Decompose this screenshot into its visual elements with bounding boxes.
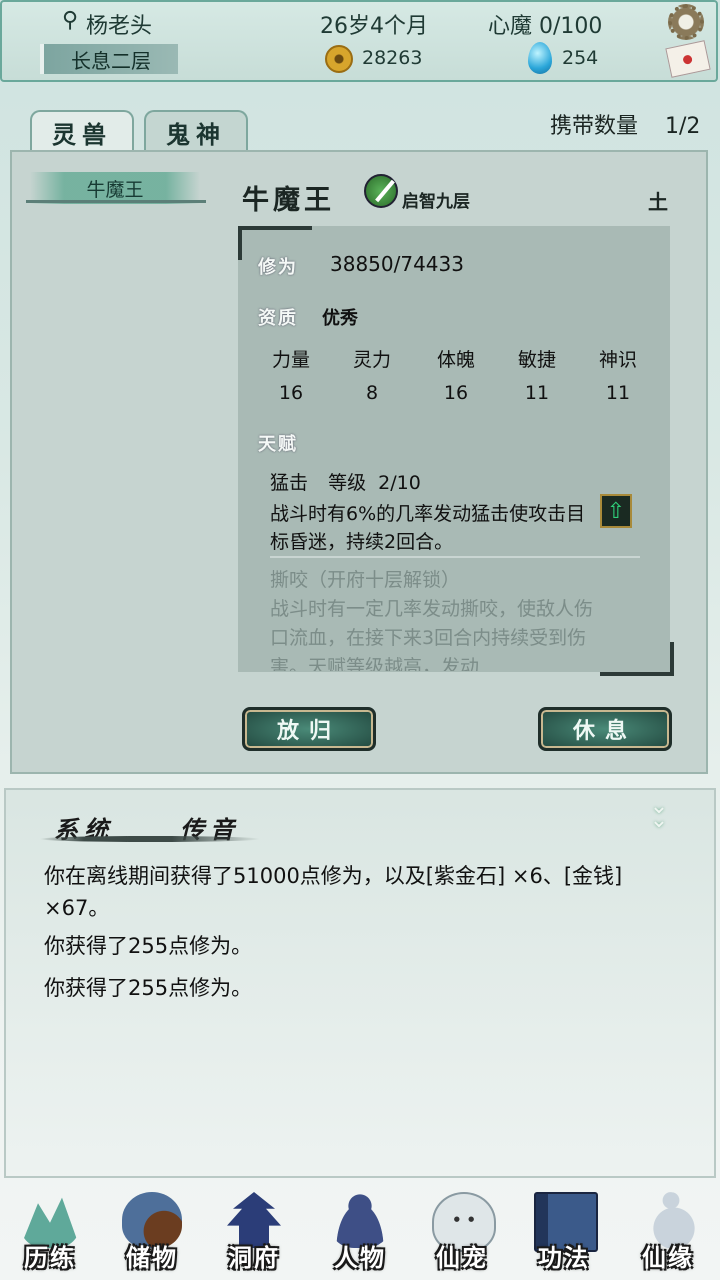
release-button[interactable]: 放归: [242, 707, 376, 751]
collapse-chevron-icon[interactable]: ⌄ ⌄: [644, 796, 674, 832]
talent-name: 猛击: [270, 472, 309, 494]
cultivation-value: 38850/74433: [330, 252, 464, 276]
player-age: 26岁4个月: [320, 14, 428, 39]
stat-value: 16: [278, 382, 304, 404]
stat-name: 灵力: [352, 349, 391, 371]
rest-button[interactable]: 休息: [538, 707, 672, 751]
locked-talent-description: 战斗时有一定几率发动撕咬，使敌人伤口流血，在接下来3回合内持续受到伤害。天赋等级…: [270, 598, 594, 671]
stat-value: 8: [365, 382, 379, 404]
chat-message: 你获得了255点修为。: [44, 934, 253, 958]
nav-label: 仙宠: [436, 1243, 488, 1272]
stat-value: 11: [524, 382, 550, 404]
nav-pet[interactable]: 仙宠: [414, 1186, 510, 1276]
stat-name: 体魄: [436, 349, 475, 371]
realm-badge: 长息二层: [40, 44, 178, 74]
nav-label: 历练: [24, 1243, 76, 1272]
cultivation-label: 修为: [258, 257, 298, 278]
heart-demon: 心魔 0/100: [488, 14, 603, 39]
nav-label: 仙缘: [642, 1243, 694, 1272]
tab-spirit-beast[interactable]: 灵兽: [30, 110, 134, 152]
talent-label: 天赋: [258, 434, 298, 455]
nav-fate[interactable]: 仙缘: [620, 1186, 716, 1276]
chat-tab-underline: [40, 836, 260, 842]
settings-gear-icon[interactable]: [668, 4, 704, 40]
nav-skills[interactable]: 功法: [516, 1186, 612, 1276]
stat-name: 敏捷: [517, 349, 556, 371]
gem-count: 254: [562, 47, 599, 69]
stat-value: 11: [605, 382, 631, 404]
frame-corner: [600, 642, 674, 676]
tab-ghost-god[interactable]: 鬼神: [144, 110, 248, 152]
stat-value: 16: [443, 382, 469, 404]
talent-divider: [270, 556, 640, 558]
aptitude-value: 优秀: [322, 308, 358, 329]
player-name[interactable]: 杨老头: [86, 8, 152, 40]
pet-element: 土: [648, 190, 668, 214]
stat-name: 神识: [598, 349, 637, 371]
rename-brush-icon[interactable]: [364, 174, 398, 208]
pet-stage: 启智九层: [402, 192, 470, 212]
spirit-stone-icon: [528, 42, 552, 74]
coin-icon: [325, 45, 353, 73]
stat-name: 力量: [271, 349, 310, 371]
aptitude-label: 资质: [258, 308, 298, 329]
nav-storage[interactable]: 储物: [104, 1186, 200, 1276]
nav-label: 人物: [334, 1243, 386, 1272]
upgrade-arrow-icon[interactable]: ⇧: [600, 494, 632, 528]
locked-talent-name: 撕咬（开府十层解锁）: [270, 569, 461, 591]
nav-training[interactable]: 历练: [2, 1186, 98, 1276]
gender-icon: ⚲: [62, 8, 79, 33]
chat-message: 你在离线期间获得了51000点修为，以及[紫金石] ×6、[金钱] ×67。: [44, 864, 623, 920]
nav-cave[interactable]: 洞府: [206, 1186, 302, 1276]
talent-header: 猛击 等级 2/10: [270, 468, 421, 495]
talent-level-label: 等级: [328, 472, 367, 494]
carry-label: 携带数量: [550, 114, 639, 139]
carry-value: 1/2: [665, 114, 701, 139]
nav-label: 功法: [538, 1243, 590, 1272]
nav-label: 储物: [126, 1243, 178, 1272]
nav-label: 洞府: [228, 1243, 280, 1272]
pet-name: 牛魔王: [242, 185, 335, 216]
carry-count: 携带数量 1/2: [550, 108, 700, 140]
talent-level: 2/10: [378, 472, 421, 494]
nav-character[interactable]: 人物: [312, 1186, 408, 1276]
coin-count: 28263: [362, 47, 423, 69]
chat-message: 你获得了255点修为。: [44, 976, 253, 1000]
pet-list-underline: [26, 200, 206, 203]
talent-description: 战斗时有6%的几率发动猛击使攻击目标昏迷，持续2回合。: [270, 503, 586, 553]
